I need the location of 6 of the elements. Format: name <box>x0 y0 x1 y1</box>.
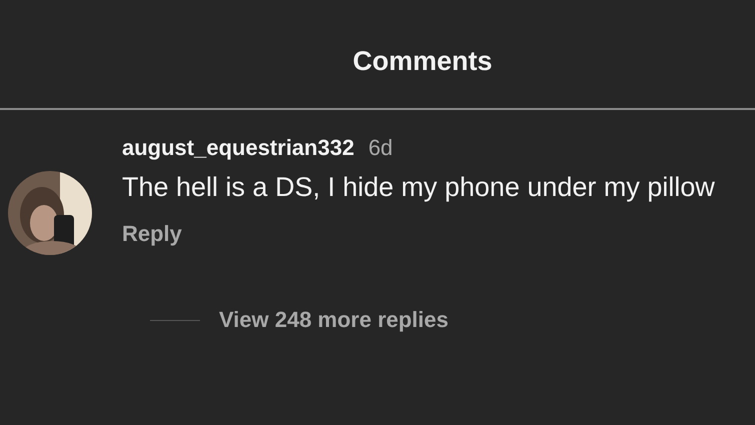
view-replies-link[interactable]: View 248 more replies <box>219 307 449 333</box>
reply-link[interactable]: Reply <box>122 221 742 247</box>
timestamp: 6d <box>368 135 393 161</box>
username[interactable]: august_equestrian332 <box>122 135 354 161</box>
screen-title: Comments <box>352 46 492 77</box>
comment-text: The hell is a DS, I hide my phone under my pillow <box>122 171 716 204</box>
